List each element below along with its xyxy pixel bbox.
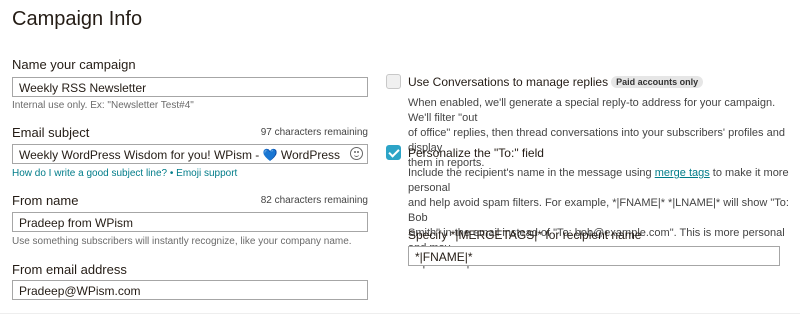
- from-email-input[interactable]: Pradeep@WPism.com: [12, 280, 368, 300]
- paid-accounts-badge: Paid accounts only: [611, 76, 704, 88]
- email-subject-label: Email subject: [12, 125, 90, 140]
- emoji-support-link[interactable]: Emoji support: [176, 168, 237, 179]
- personalize-checkbox[interactable]: [386, 145, 401, 160]
- page-title: Campaign Info: [12, 8, 143, 30]
- from-name-remaining: 82 characters remaining: [260, 195, 368, 206]
- divider: [0, 313, 800, 314]
- email-subject-input[interactable]: Weekly WordPress Wisdom for you! WPism -…: [12, 144, 368, 164]
- from-name-label: From name: [12, 193, 79, 208]
- conversations-option: Use Conversations to manage replies Paid …: [408, 75, 704, 89]
- personalize-desc-line: Include the recipient's name in the mess…: [408, 166, 793, 196]
- help-separator: •: [169, 168, 174, 179]
- emoji-picker-icon[interactable]: [350, 147, 363, 160]
- campaign-name-hint: Internal use only. Ex: "Newsletter Test#…: [12, 100, 194, 111]
- personalize-title: Personalize the "To:" field: [408, 146, 544, 160]
- from-email-label: From email address: [12, 262, 127, 277]
- from-name-hint: Use something subscribers will instantly…: [12, 236, 352, 247]
- conversations-desc-line: When enabled, we'll generate a special r…: [408, 97, 776, 124]
- blue-heart-emoji: 💙: [262, 148, 278, 162]
- campaign-name-label: Name your campaign: [12, 57, 136, 72]
- merge-tags-label: Specify *|MERGETAGS|* for recipient name: [408, 228, 642, 242]
- merge-tags-input[interactable]: *|FNAME|*: [408, 246, 780, 266]
- personalize-desc-line: and help avoid spam filters. For example…: [408, 197, 789, 224]
- email-subject-remaining: 97 characters remaining: [260, 127, 368, 138]
- merge-tags-link[interactable]: merge tags: [655, 167, 710, 179]
- conversations-checkbox[interactable]: [386, 74, 401, 89]
- conversations-title: Use Conversations to manage replies: [408, 75, 609, 89]
- subject-help-link[interactable]: How do I write a good subject line?: [12, 168, 167, 179]
- from-name-input[interactable]: Pradeep from WPism: [12, 212, 368, 232]
- subject-help-row: How do I write a good subject line? • Em…: [12, 168, 237, 179]
- personalize-desc-text: Include the recipient's name in the mess…: [408, 167, 655, 179]
- campaign-name-input[interactable]: Weekly RSS Newsletter: [12, 77, 368, 97]
- subject-text-end: WordPress: [277, 148, 341, 162]
- subject-text-start: Weekly WordPress Wisdom for you! WPism -: [19, 148, 263, 162]
